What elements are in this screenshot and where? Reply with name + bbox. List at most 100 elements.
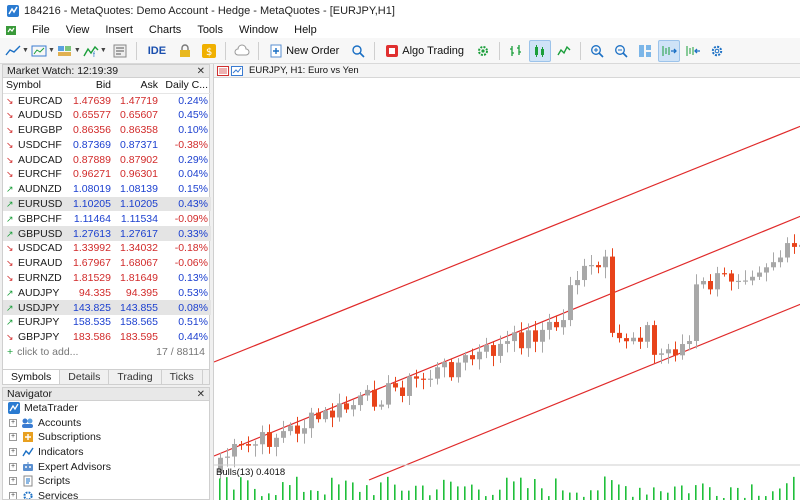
candle[interactable] bbox=[484, 345, 489, 352]
candle[interactable] bbox=[659, 353, 664, 355]
candle[interactable] bbox=[785, 243, 790, 258]
tab-details[interactable]: Details bbox=[60, 370, 110, 384]
table-row[interactable]: ↘ EURGBP 0.86356 0.86358 0.10% bbox=[3, 123, 211, 138]
chart-type-button[interactable]: ▼ bbox=[5, 40, 29, 62]
ide-button[interactable]: IDE bbox=[142, 40, 172, 62]
candle[interactable] bbox=[435, 367, 440, 379]
table-row[interactable]: ↘ EURCAD 1.47639 1.47719 0.24% bbox=[3, 93, 211, 108]
candle[interactable] bbox=[708, 281, 713, 290]
candle[interactable] bbox=[323, 410, 328, 420]
expand-icon[interactable]: + bbox=[9, 418, 17, 427]
candle[interactable] bbox=[302, 428, 307, 434]
navigator-item-metatrader[interactable]: MetaTrader bbox=[3, 401, 209, 416]
chart-window-icon[interactable] bbox=[4, 23, 18, 37]
candle[interactable] bbox=[498, 343, 503, 356]
close-icon[interactable]: ✕ bbox=[197, 66, 205, 77]
candle[interactable] bbox=[470, 355, 475, 360]
navigator-item-scripts[interactable]: + Scripts bbox=[3, 474, 209, 489]
new-chart-button[interactable]: ▼ bbox=[31, 40, 55, 62]
candle[interactable] bbox=[638, 337, 643, 342]
candle[interactable] bbox=[673, 349, 678, 356]
candle[interactable] bbox=[771, 262, 776, 268]
candle[interactable] bbox=[680, 344, 685, 356]
candle[interactable] bbox=[463, 355, 468, 363]
candle[interactable] bbox=[743, 280, 748, 282]
navigator-item-subscriptions[interactable]: + Subscriptions bbox=[3, 430, 209, 445]
candle[interactable] bbox=[260, 432, 265, 445]
channel-line[interactable] bbox=[368, 303, 800, 481]
menu-tools[interactable]: Tools bbox=[189, 24, 231, 36]
candle[interactable] bbox=[309, 412, 314, 429]
candle[interactable] bbox=[526, 330, 531, 349]
candle[interactable] bbox=[358, 395, 363, 406]
candle[interactable] bbox=[792, 243, 797, 247]
expand-icon[interactable]: + bbox=[9, 462, 17, 471]
candle[interactable] bbox=[351, 405, 356, 410]
price-chart[interactable] bbox=[214, 78, 800, 500]
tab-symbols[interactable]: Symbols bbox=[3, 370, 61, 384]
channel-line[interactable] bbox=[214, 125, 800, 363]
candle[interactable] bbox=[701, 281, 706, 285]
candle[interactable] bbox=[295, 425, 300, 434]
candle[interactable] bbox=[449, 362, 454, 378]
table-row[interactable]: ↘ GBPJPY 183.586 183.595 0.44% bbox=[3, 330, 211, 345]
candle[interactable] bbox=[603, 256, 608, 268]
navigator-item-expert-advisors[interactable]: + Expert Advisors bbox=[3, 459, 209, 474]
table-row[interactable]: ↘ AUDCAD 0.87889 0.87902 0.29% bbox=[3, 152, 211, 167]
expand-icon[interactable]: + bbox=[9, 448, 17, 457]
tab-ticks[interactable]: Ticks bbox=[162, 370, 203, 384]
candle[interactable] bbox=[456, 362, 461, 378]
chart-shift-button[interactable] bbox=[682, 40, 704, 62]
candle[interactable] bbox=[407, 376, 412, 396]
candle[interactable] bbox=[617, 332, 622, 339]
candle[interactable] bbox=[239, 443, 244, 446]
table-row[interactable]: ↗ GBPUSD 1.27613 1.27617 0.33% bbox=[3, 226, 211, 241]
depth-of-market-button[interactable] bbox=[347, 40, 369, 62]
candle[interactable] bbox=[764, 267, 769, 273]
candle[interactable] bbox=[330, 410, 335, 418]
navigator-item-indicators[interactable]: + Indicators bbox=[3, 445, 209, 460]
column-header-bid[interactable]: Bid bbox=[67, 78, 114, 94]
candle[interactable] bbox=[666, 349, 671, 354]
candle[interactable] bbox=[512, 332, 517, 342]
lock-button[interactable] bbox=[174, 40, 196, 62]
table-row[interactable]: ↘ EURAUD 1.67967 1.68067 -0.06% bbox=[3, 256, 211, 271]
candle[interactable] bbox=[225, 456, 230, 458]
candle[interactable] bbox=[715, 273, 720, 290]
candle[interactable] bbox=[554, 321, 559, 328]
candle[interactable] bbox=[596, 265, 601, 268]
candle[interactable] bbox=[624, 338, 629, 342]
table-row[interactable]: ↗ EURJPY 158.535 158.565 0.51% bbox=[3, 315, 211, 330]
menu-window[interactable]: Window bbox=[231, 24, 286, 36]
candle[interactable] bbox=[568, 285, 573, 321]
signals-button[interactable] bbox=[231, 40, 253, 62]
column-header-daily-change[interactable]: Daily C... bbox=[161, 78, 211, 94]
candle[interactable] bbox=[687, 341, 692, 345]
chart-window[interactable]: EURJPY, H1: Euro vs Yen Bulls(13) 0.4018 bbox=[213, 64, 800, 500]
profiles-button[interactable]: ▼ bbox=[57, 40, 81, 62]
candle[interactable] bbox=[561, 320, 566, 328]
table-row[interactable]: ↘ EURNZD 1.81529 1.81649 0.13% bbox=[3, 271, 211, 286]
candle[interactable] bbox=[281, 431, 286, 438]
candle[interactable] bbox=[288, 425, 293, 432]
new-order-button[interactable]: New Order bbox=[264, 40, 345, 62]
candle[interactable] bbox=[575, 280, 580, 286]
candle[interactable] bbox=[519, 332, 524, 349]
table-row[interactable]: ↘ USDCAD 1.33992 1.34032 -0.18% bbox=[3, 241, 211, 256]
candle[interactable] bbox=[267, 432, 272, 447]
table-row[interactable]: ↗ GBPCHF 1.11464 1.11534 -0.09% bbox=[3, 211, 211, 226]
candle[interactable] bbox=[729, 273, 734, 282]
add-symbol-link[interactable]: + click to add... bbox=[7, 346, 78, 358]
market-button[interactable]: $ bbox=[198, 40, 220, 62]
menu-insert[interactable]: Insert bbox=[97, 24, 141, 36]
properties-button[interactable] bbox=[706, 40, 728, 62]
candle[interactable] bbox=[582, 265, 587, 281]
table-row[interactable]: ↗ AUDNZD 1.08019 1.08139 0.15% bbox=[3, 182, 211, 197]
table-row[interactable]: ↘ EURCHF 0.96271 0.96301 0.04% bbox=[3, 167, 211, 182]
zoom-out-button[interactable] bbox=[610, 40, 632, 62]
table-row[interactable]: ↘ USDCHF 0.87369 0.87371 -0.38% bbox=[3, 137, 211, 152]
tab-trading[interactable]: Trading bbox=[109, 370, 162, 384]
auto-scroll-button[interactable] bbox=[658, 39, 681, 62]
candle[interactable] bbox=[344, 403, 349, 410]
menu-view[interactable]: View bbox=[58, 24, 98, 36]
